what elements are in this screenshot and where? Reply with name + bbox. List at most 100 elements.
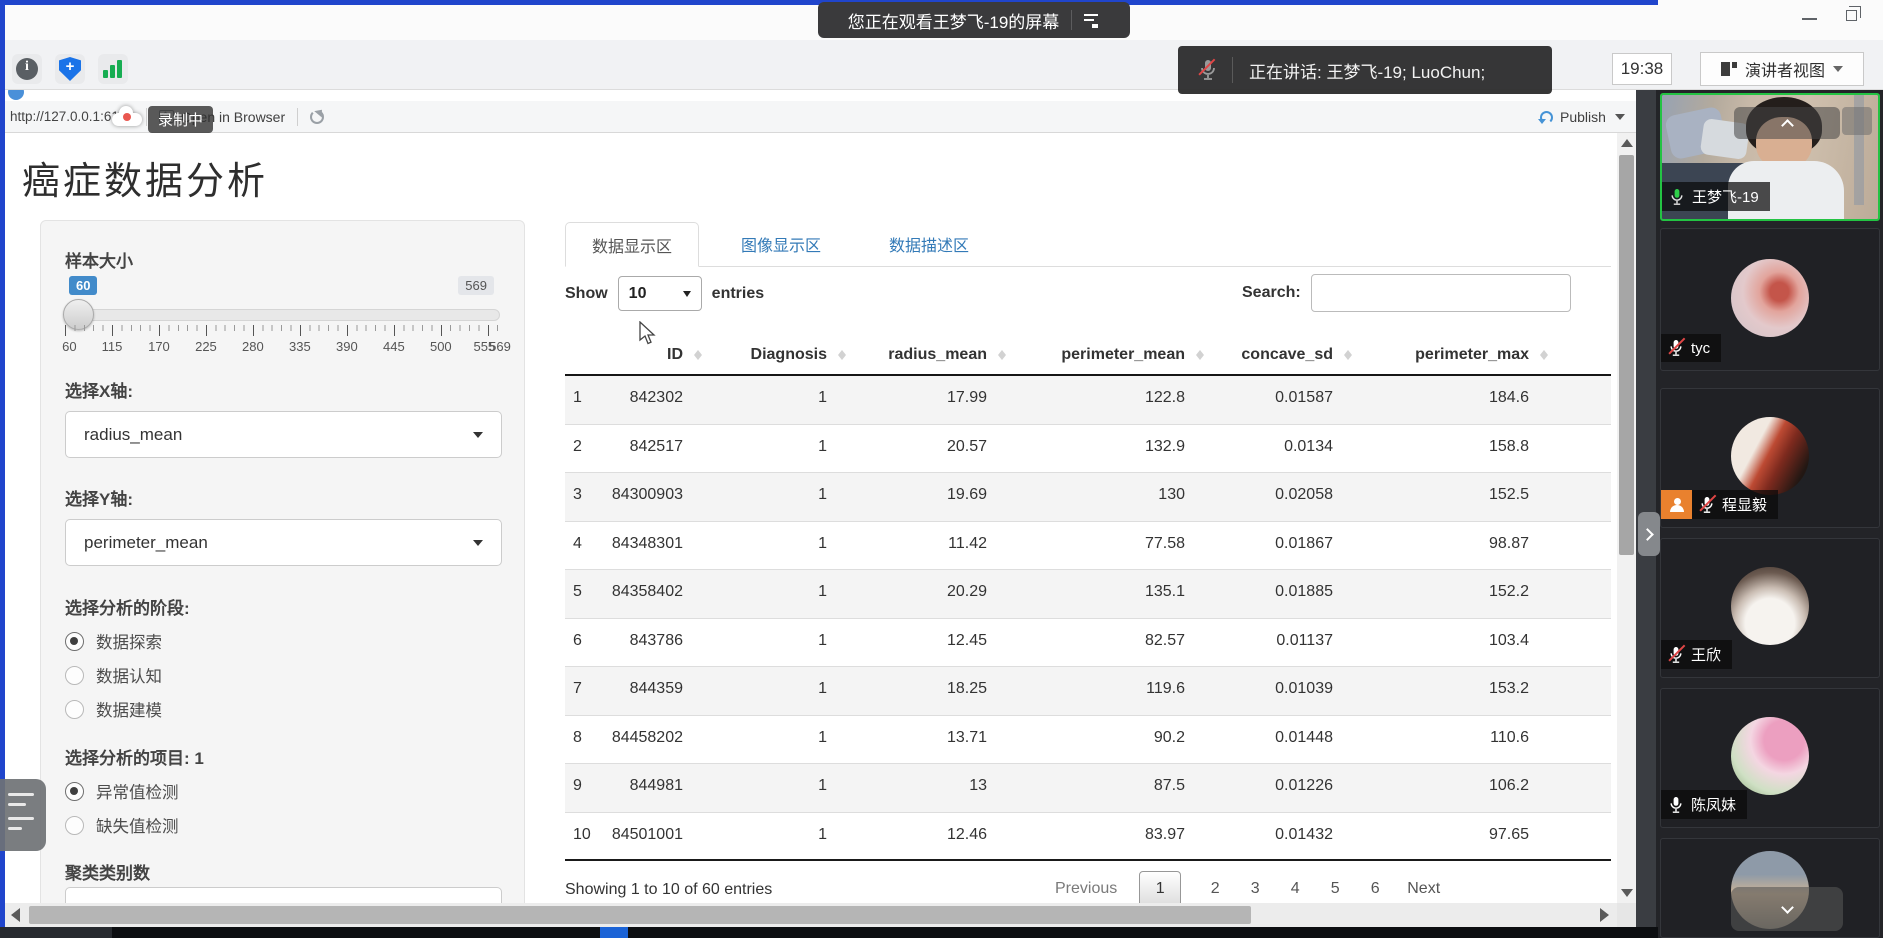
participant-name-tag: 王欣 [1661, 640, 1732, 669]
previous-page-button[interactable]: Previous [1055, 880, 1117, 898]
scroll-more-participants-button[interactable] [1731, 887, 1843, 931]
publish-button[interactable]: Publish [1540, 101, 1625, 133]
table-row: 1084501001112.4683.970.0143297.65 [565, 813, 1611, 862]
page-button[interactable]: 5 [1315, 880, 1355, 898]
table-row: 6843786112.4582.570.01137103.4 [565, 619, 1611, 668]
column-header-perimeter_max[interactable]: perimeter_max [1361, 335, 1557, 374]
cluster-count-input[interactable] [65, 887, 502, 903]
info-extension-button[interactable] [12, 54, 42, 84]
next-page-button[interactable]: Next [1407, 880, 1440, 898]
x-axis-select[interactable]: radius_mean [65, 411, 502, 458]
shield-plus-icon [59, 57, 81, 81]
y-axis-select[interactable]: perimeter_mean [65, 519, 502, 566]
refresh-icon[interactable] [310, 110, 324, 124]
shield-extension-button[interactable] [55, 54, 85, 84]
banner-menu-icon[interactable] [1084, 14, 1100, 26]
participant-tile-tyc[interactable]: tyc [1660, 228, 1880, 371]
vertical-scrollbar-thumb[interactable] [1619, 155, 1634, 555]
chevron-down-icon [1833, 66, 1843, 72]
tick-label: 280 [242, 339, 264, 354]
y-axis-value: perimeter_mean [84, 533, 208, 553]
tick-label: 500 [430, 339, 452, 354]
radio-data-cognition[interactable]: 数据认知 [65, 663, 162, 687]
project-label: 选择分析的项目: 1 [65, 744, 204, 769]
page-button[interactable]: 2 [1195, 880, 1235, 898]
table-cell: 0.01039 [1213, 667, 1361, 715]
sort-icon [838, 350, 846, 360]
view-mode-dropdown[interactable]: 演讲者视图 [1700, 52, 1864, 86]
page-size-select[interactable]: 10 [618, 276, 702, 311]
tab-plot-display[interactable]: 图像显示区 [715, 222, 847, 266]
radio-data-modeling[interactable]: 数据建模 [65, 697, 162, 721]
table-cell: 0.01867 [1213, 522, 1361, 570]
horizontal-scrollbar-thumb[interactable] [29, 906, 1251, 924]
search-input[interactable] [1311, 274, 1571, 312]
table-cell: 20.29 [855, 570, 1015, 618]
tick-label: 225 [195, 339, 217, 354]
table-cell: 10 [565, 813, 601, 860]
table-cell: 82.57 [1015, 619, 1213, 667]
participant-name-tag: 陈凤妹 [1661, 790, 1747, 819]
page-button[interactable]: 6 [1355, 880, 1395, 898]
participant-tile-chengxianyi[interactable]: 程显毅 [1660, 388, 1880, 528]
scroll-up-arrow-icon[interactable] [1621, 139, 1633, 147]
table-cell: 87.5 [1015, 764, 1213, 812]
table-row: 484348301111.4277.580.0186798.87 [565, 522, 1611, 571]
participant-name: 陈凤妹 [1691, 794, 1736, 815]
table-cell: 1 [711, 619, 855, 667]
avatar [1731, 417, 1809, 495]
page-button[interactable]: 4 [1275, 880, 1315, 898]
table-cell: 152.2 [1361, 570, 1557, 618]
vertical-scrollbar[interactable] [1617, 133, 1636, 903]
stats-extension-button[interactable] [98, 54, 128, 84]
column-header-concave_sd[interactable]: concave_sd [1213, 335, 1361, 374]
notes-panel-handle[interactable] [0, 779, 46, 851]
scroll-down-arrow-icon[interactable] [1621, 889, 1633, 897]
collapse-videos-button[interactable] [1734, 107, 1840, 139]
pin-video-button[interactable] [1842, 107, 1872, 135]
participant-tile-chenfengmei[interactable]: 陈凤妹 [1660, 688, 1880, 828]
tab-data-description[interactable]: 数据描述区 [863, 222, 995, 266]
column-header-Diagnosis[interactable]: Diagnosis [711, 335, 855, 374]
table-cell: 1 [711, 570, 855, 618]
scroll-right-arrow-icon[interactable] [1600, 908, 1609, 922]
minimize-icon[interactable] [1802, 18, 1817, 20]
tab-data-display[interactable]: 数据显示区 [565, 222, 699, 267]
page-button[interactable]: 3 [1235, 880, 1275, 898]
table-cell: 13.71 [855, 716, 1015, 764]
radio-data-exploration[interactable]: 数据探索 [65, 629, 162, 653]
participant-name: 王欣 [1691, 644, 1721, 665]
column-header-radius_mean[interactable]: radius_mean [855, 335, 1015, 374]
radio-label: 缺失值检测 [96, 813, 179, 837]
horizontal-scrollbar[interactable] [5, 903, 1617, 927]
scroll-left-arrow-icon[interactable] [11, 908, 20, 922]
participant-tile-partial[interactable] [1660, 838, 1880, 938]
divider [297, 108, 298, 126]
participant-tile-wangxin[interactable]: 王欣 [1660, 538, 1880, 678]
sidebar-collapse-handle[interactable] [1638, 512, 1660, 556]
table-cell: 0.0134 [1213, 425, 1361, 473]
watching-screen-banner: 您正在观看王梦飞-19的屏幕 [818, 2, 1130, 38]
table-cell: 1 [711, 425, 855, 473]
scrollbar-corner [1617, 903, 1636, 927]
bottom-strip-segment [0, 927, 112, 938]
chevron-down-icon [473, 432, 483, 438]
participant-name-tag: 王梦飞-19 [1662, 182, 1770, 211]
table-row: 7844359118.25119.60.01039153.2 [565, 667, 1611, 716]
page-button-current[interactable]: 1 [1139, 871, 1181, 904]
participant-tile-wangmengfei[interactable]: 王梦飞-19 [1660, 93, 1880, 221]
bottom-edge-strip [0, 927, 1658, 938]
restore-window-icon[interactable] [1846, 10, 1857, 21]
table-cell: 17.99 [855, 376, 1015, 424]
meeting-toolbar: 19:38 演讲者视图 [0, 40, 1883, 90]
radio-missing-detection[interactable]: 缺失值检测 [65, 813, 179, 837]
radio-outlier-detection[interactable]: 异常值检测 [65, 779, 179, 803]
column-header-perimeter_mean[interactable]: perimeter_mean [1015, 335, 1213, 374]
chevron-down-icon [683, 291, 691, 297]
table-row: 2842517120.57132.90.0134158.8 [565, 425, 1611, 474]
column-header-r[interactable]: r [1557, 335, 1611, 374]
table-cell: 842302 [601, 376, 711, 424]
participants-sidebar: 王梦飞-19 tyc 程显毅 [1636, 90, 1883, 938]
sample-size-slider-track[interactable] [65, 309, 500, 321]
table-cell: 4 [565, 522, 601, 570]
